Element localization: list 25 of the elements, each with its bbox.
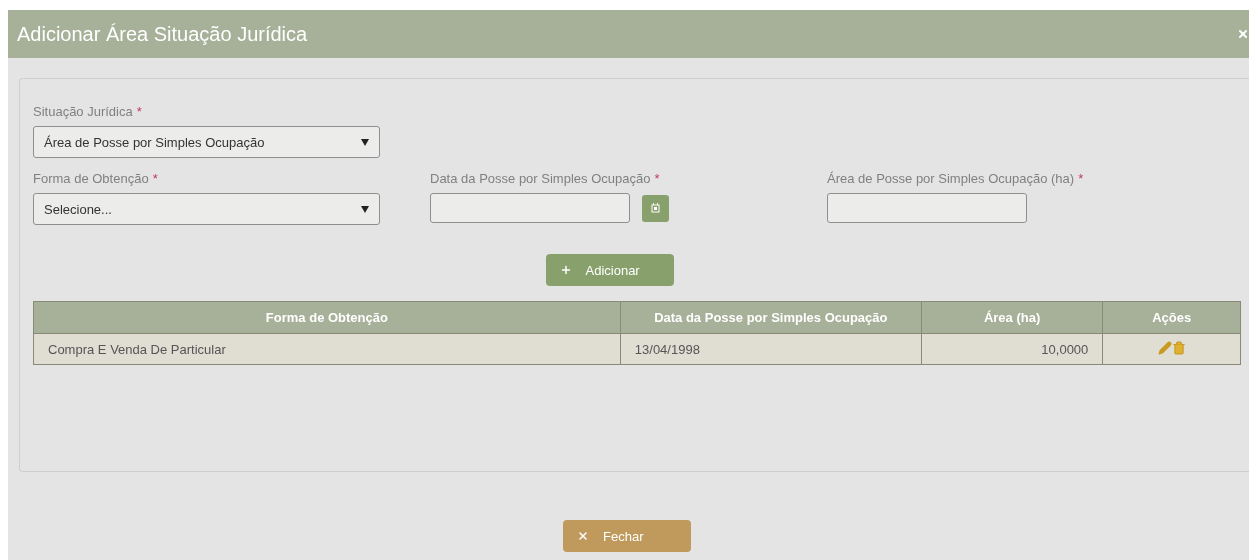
field-label: Forma de Obtenção * xyxy=(33,171,159,186)
column-header: Forma de Obtenção xyxy=(33,301,621,334)
close-icon xyxy=(577,530,589,542)
plus-icon xyxy=(559,264,572,276)
select-field[interactable]: Área de Posse por Simples Ocupação xyxy=(33,126,380,158)
column-header: Ações xyxy=(1102,301,1241,334)
dialog-title: Adicionar Área Situação Jurídica xyxy=(17,22,308,46)
caret-icon xyxy=(361,205,369,213)
select-field[interactable]: Selecione... xyxy=(33,193,380,225)
calendar-icon xyxy=(651,203,660,213)
area-field[interactable] xyxy=(827,193,1027,223)
calendar-button[interactable] xyxy=(642,194,669,222)
table-cell: Compra E Venda De Particular xyxy=(33,333,621,365)
date-field[interactable] xyxy=(430,193,630,223)
column-header: Área (ha) xyxy=(921,301,1103,334)
field-label: Área de Posse por Simples Ocupação (ha) * xyxy=(827,171,1084,186)
field-label: Situação Jurídica * xyxy=(33,104,143,119)
table-cell: 10,0000 xyxy=(921,333,1103,365)
close-icon[interactable] xyxy=(1237,28,1249,40)
column-header: Data da Posse por Simples Ocupação xyxy=(620,301,922,334)
caret-icon xyxy=(361,138,369,146)
table-cell: 13/04/1998 xyxy=(620,333,922,365)
edit-icon[interactable] xyxy=(1157,340,1172,355)
field-label: Data da Posse por Simples Ocupação * xyxy=(430,171,661,186)
delete-icon[interactable] xyxy=(1171,340,1186,355)
